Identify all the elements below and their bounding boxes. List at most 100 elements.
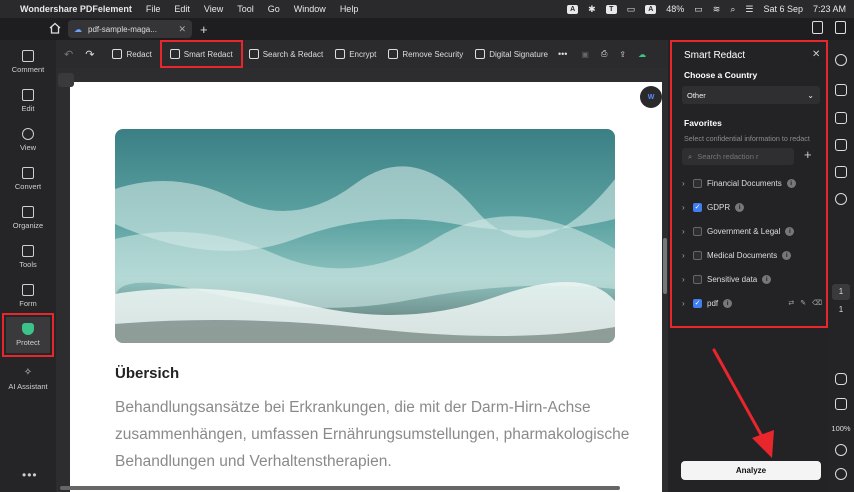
sidebar-item-protect[interactable]: Protect xyxy=(2,313,54,357)
status-a-icon[interactable]: A xyxy=(567,4,579,14)
sidebar-item-view[interactable]: View xyxy=(0,122,56,158)
app-name-menu[interactable]: Wondershare PDFelement xyxy=(20,4,132,14)
redact-button[interactable]: Redact xyxy=(106,44,157,64)
category-financial-documents[interactable]: › Financial Documents i xyxy=(682,175,822,191)
edit-icon[interactable]: ✎ xyxy=(800,299,806,307)
bookmark-icon[interactable] xyxy=(835,139,847,151)
redaction-search-input[interactable] xyxy=(697,152,784,161)
cloud-sync-icon[interactable]: ☁ xyxy=(638,50,646,59)
menu-file[interactable]: File xyxy=(146,4,161,14)
sidebar-item-edit[interactable]: Edit xyxy=(0,83,56,119)
document-tab[interactable]: ☁ pdf-sample-maga... ✕ xyxy=(68,20,192,38)
protect-toolbar: ↶ ↷ Redact Smart Redact Search & Redact … xyxy=(56,40,668,68)
display-icon[interactable]: ▭ xyxy=(627,4,636,15)
trash-icon[interactable]: ⌫ xyxy=(812,299,822,307)
battery-icon[interactable]: ▭ xyxy=(694,4,703,15)
zoom-out-icon[interactable] xyxy=(835,468,847,480)
menu-edit[interactable]: Edit xyxy=(174,4,190,14)
search-icon: ⌕ xyxy=(688,151,693,161)
attachment-icon[interactable] xyxy=(835,193,847,205)
category-sensitive-data[interactable]: › Sensitive data i xyxy=(682,271,822,287)
notification-icon[interactable] xyxy=(812,21,823,34)
category-checkbox[interactable]: ✓ xyxy=(693,298,702,308)
share-icon[interactable]: ⇄ xyxy=(788,299,794,307)
chevron-right-icon[interactable]: › xyxy=(682,227,688,236)
filter-icon[interactable] xyxy=(58,73,74,87)
comment-list-icon[interactable] xyxy=(835,112,847,124)
sidebar-item-ai-assistant[interactable]: ✧ AI Assistant xyxy=(0,358,56,400)
input-source-icon[interactable]: A xyxy=(645,4,657,14)
thumbnails-icon[interactable] xyxy=(835,166,847,178)
pdfelement-badge-icon[interactable]: W xyxy=(640,86,662,108)
home-icon[interactable] xyxy=(48,21,62,35)
properties-icon[interactable] xyxy=(835,84,847,96)
panel-close-icon[interactable]: ✕ xyxy=(812,49,820,60)
toolbar-more-icon[interactable]: ••• xyxy=(558,49,567,59)
more-icon[interactable]: ••• xyxy=(22,468,38,482)
info-icon[interactable]: i xyxy=(785,226,795,236)
smart-redact-button[interactable]: Smart Redact xyxy=(159,40,243,68)
menu-view[interactable]: View xyxy=(204,4,223,14)
sidebar-item-comment[interactable]: Comment xyxy=(0,44,56,80)
remove-security-button[interactable]: Remove Security xyxy=(382,44,469,64)
chevron-right-icon[interactable]: › xyxy=(682,203,688,212)
menu-window[interactable]: Window xyxy=(294,4,326,14)
new-tab-button[interactable]: + xyxy=(200,22,208,37)
ai-icon[interactable] xyxy=(835,54,847,66)
category-medical-documents[interactable]: › Medical Documents i xyxy=(682,247,822,263)
redo-icon[interactable]: ↷ xyxy=(85,48,94,61)
tab-close-icon[interactable]: ✕ xyxy=(178,24,186,35)
date: Sat 6 Sep xyxy=(763,4,803,14)
control-center-icon[interactable]: ☰ xyxy=(745,4,753,15)
menu-tool[interactable]: Tool xyxy=(237,4,254,14)
sidebar-item-form[interactable]: Form xyxy=(0,278,56,314)
wifi-icon[interactable]: ≋ xyxy=(713,4,721,15)
info-icon[interactable]: i xyxy=(723,298,733,308)
hand-tool-icon[interactable] xyxy=(835,373,847,385)
encrypt-button[interactable]: Encrypt xyxy=(329,44,382,64)
info-icon[interactable]: i xyxy=(786,178,796,188)
country-select[interactable]: Other ⌄ xyxy=(682,86,820,104)
search-redact-button[interactable]: Search & Redact xyxy=(243,44,329,64)
chevron-right-icon[interactable]: › xyxy=(682,275,688,284)
category-pdf[interactable]: › ✓ pdf i ⇄ ✎ ⌫ xyxy=(682,295,822,311)
vertical-scrollbar[interactable] xyxy=(663,238,667,294)
search-icon[interactable]: ⌕ xyxy=(730,4,735,15)
category-checkbox[interactable] xyxy=(693,226,702,236)
print-icon[interactable]: ⎙ xyxy=(601,49,607,59)
sidebar-item-tools[interactable]: Tools xyxy=(0,239,56,275)
sidebar-item-label: Tools xyxy=(19,260,37,269)
ocean-wave-image xyxy=(115,129,615,343)
category-checkbox[interactable]: ✓ xyxy=(693,202,702,212)
menu-help[interactable]: Help xyxy=(340,4,359,14)
info-icon[interactable]: i xyxy=(735,202,745,212)
left-sidebar: Comment Edit View Convert Organize Tools… xyxy=(0,40,56,492)
digital-signature-button[interactable]: Digital Signature xyxy=(469,44,554,64)
add-rule-button[interactable]: + xyxy=(804,147,812,162)
chevron-right-icon[interactable]: › xyxy=(682,179,688,188)
horizontal-scrollbar[interactable] xyxy=(60,486,620,490)
undo-icon[interactable]: ↶ xyxy=(64,48,73,61)
page-number-input[interactable]: 1 xyxy=(832,284,850,300)
save-icon[interactable]: ▣ xyxy=(581,50,589,59)
redact-icon xyxy=(112,49,123,59)
sidebar-item-convert[interactable]: Convert xyxy=(0,161,56,197)
device-icon[interactable] xyxy=(835,21,846,34)
category-government-legal[interactable]: › Government & Legal i xyxy=(682,223,822,239)
share-icon[interactable]: ⇪ xyxy=(619,50,626,59)
bluetooth-icon[interactable]: ✱ xyxy=(588,4,596,15)
info-icon[interactable]: i xyxy=(762,274,772,284)
chevron-right-icon[interactable]: › xyxy=(682,251,688,260)
text-icon[interactable]: T xyxy=(605,4,617,14)
category-checkbox[interactable] xyxy=(693,178,702,188)
category-gdpr[interactable]: › ✓ GDPR i xyxy=(682,199,822,215)
category-checkbox[interactable] xyxy=(693,274,702,284)
menu-go[interactable]: Go xyxy=(268,4,280,14)
zoom-in-icon[interactable] xyxy=(835,444,847,456)
category-checkbox[interactable] xyxy=(693,250,702,260)
sidebar-item-organize[interactable]: Organize xyxy=(0,200,56,236)
image-icon[interactable] xyxy=(835,398,847,410)
redaction-search[interactable]: ⌕ xyxy=(682,148,794,165)
info-icon[interactable]: i xyxy=(782,250,792,260)
chevron-right-icon[interactable]: › xyxy=(682,299,688,308)
